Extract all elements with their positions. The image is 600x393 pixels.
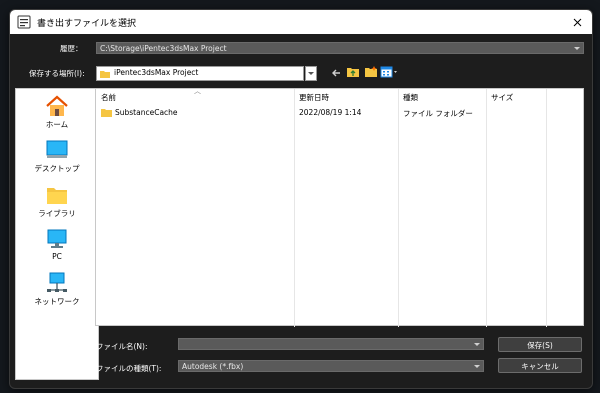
column-divider xyxy=(398,89,399,327)
view-menu-icon[interactable] xyxy=(380,65,398,79)
folder-icon xyxy=(101,109,112,117)
pc-icon xyxy=(47,229,67,248)
chevron-down-icon xyxy=(474,343,480,346)
column-header-size[interactable]: サイズ xyxy=(491,92,513,103)
sort-up-icon: ︿ xyxy=(194,87,201,95)
chevron-down-icon xyxy=(574,47,580,50)
file-row[interactable]: SubstanceCache 2022/08/19 1:14 ファイル フォルダ… xyxy=(96,106,583,120)
place-library[interactable]: ライブラリ xyxy=(16,184,98,219)
save-button[interactable]: 保存(S) xyxy=(498,337,582,352)
column-divider xyxy=(546,89,547,327)
location-value: iPentec3dsMax Project xyxy=(114,68,199,77)
column-divider xyxy=(486,89,487,327)
history-label: 履歴： xyxy=(60,44,83,53)
place-label: PC xyxy=(52,252,62,261)
file-modified: 2022/08/19 1:14 xyxy=(299,108,362,117)
folder-icon xyxy=(100,71,110,78)
place-label: ネットワーク xyxy=(34,297,80,306)
place-desktop[interactable]: デスクトップ xyxy=(16,139,98,174)
back-arrow-icon[interactable] xyxy=(330,66,344,80)
library-icon xyxy=(47,188,67,204)
filetype-label: ファイルの種類(T): xyxy=(96,364,162,373)
app-icon xyxy=(17,15,31,29)
up-folder-icon[interactable] xyxy=(346,65,360,79)
place-pc[interactable]: PC xyxy=(16,228,98,261)
network-icon xyxy=(47,272,67,292)
file-list[interactable]: ︿ 名前 更新日時 種類 サイズ SubstanceCache 2022/08/… xyxy=(95,87,584,327)
history-combo[interactable]: C:\Storage\iPentec3dsMax Project xyxy=(96,42,584,54)
column-header-modified[interactable]: 更新日時 xyxy=(299,92,329,103)
new-folder-icon[interactable] xyxy=(364,65,378,79)
home-icon xyxy=(46,95,68,116)
desktop-icon xyxy=(46,140,68,158)
location-dropdown-button[interactable] xyxy=(305,66,317,81)
filetype-select[interactable]: Autodesk (*.fbx) xyxy=(178,360,484,372)
cancel-button[interactable]: キャンセル xyxy=(498,358,582,373)
location-label: 保存する場所(I): xyxy=(29,69,85,78)
place-label: ライブラリ xyxy=(38,209,76,218)
place-home[interactable]: ホーム xyxy=(16,95,98,130)
file-type: ファイル フォルダー xyxy=(403,109,473,118)
filename-label: ファイル名(N): xyxy=(96,342,148,351)
save-dialog: 書き出すファイルを選択 履歴： C:\Storage\iPentec3dsMax… xyxy=(9,9,593,389)
title-bar: 書き出すファイルを選択 xyxy=(10,10,592,34)
column-header-name[interactable]: 名前 xyxy=(101,92,116,103)
place-label: デスクトップ xyxy=(34,164,80,173)
filetype-value: Autodesk (*.fbx) xyxy=(182,362,244,371)
chevron-down-icon xyxy=(474,365,480,368)
close-icon xyxy=(573,18,581,26)
dialog-title: 書き出すファイルを選択 xyxy=(37,19,137,29)
column-header-type[interactable]: 種類 xyxy=(403,92,418,103)
file-name: SubstanceCache xyxy=(115,108,178,117)
location-combo[interactable]: iPentec3dsMax Project xyxy=(96,66,304,81)
close-button[interactable] xyxy=(562,10,592,34)
filename-input[interactable] xyxy=(178,338,484,350)
column-divider xyxy=(294,89,295,327)
place-label: ホーム xyxy=(45,120,69,129)
places-bar: ホーム デスクトップ ライブラリ PC ネットワーク xyxy=(15,88,99,380)
chevron-down-icon xyxy=(308,72,314,75)
history-value: C:\Storage\iPentec3dsMax Project xyxy=(100,44,227,53)
place-network[interactable]: ネットワーク xyxy=(16,272,98,307)
